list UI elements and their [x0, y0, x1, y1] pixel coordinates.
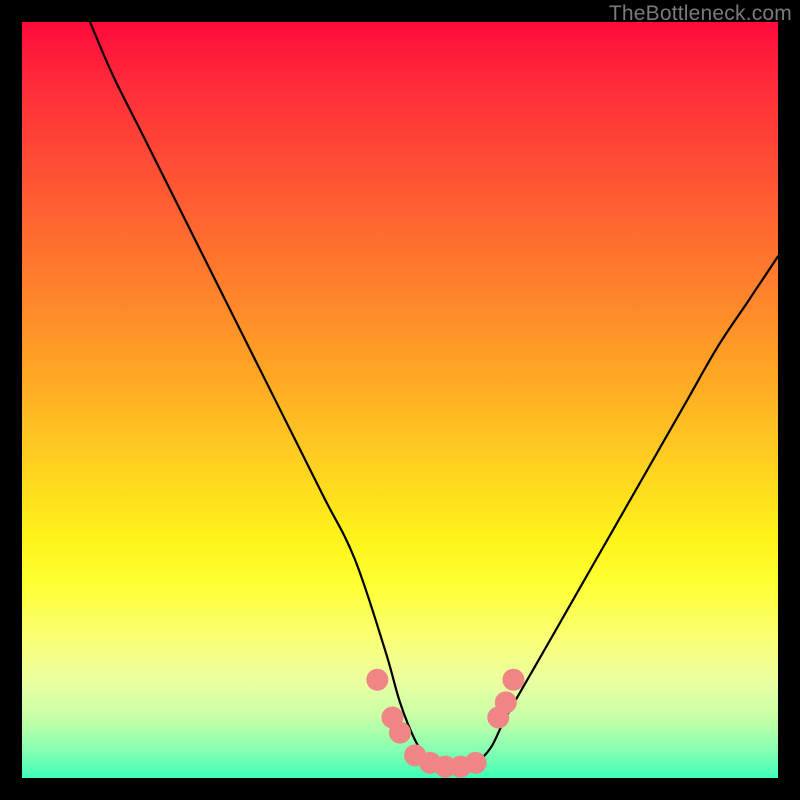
marker-dot: [502, 669, 524, 691]
marker-dot: [465, 752, 487, 774]
plot-area: [22, 22, 778, 778]
chart-frame: TheBottleneck.com: [0, 0, 800, 800]
marker-dot: [449, 756, 471, 778]
marker-dot: [404, 744, 426, 766]
marker-dot: [389, 722, 411, 744]
curve-svg: [22, 22, 778, 778]
marker-dot: [495, 691, 517, 713]
marker-dot: [487, 707, 509, 729]
marker-group: [366, 669, 524, 778]
marker-dot: [434, 756, 456, 778]
marker-dot: [419, 752, 441, 774]
marker-dot: [381, 707, 403, 729]
marker-dot: [366, 669, 388, 691]
bottleneck-curve: [90, 22, 778, 771]
